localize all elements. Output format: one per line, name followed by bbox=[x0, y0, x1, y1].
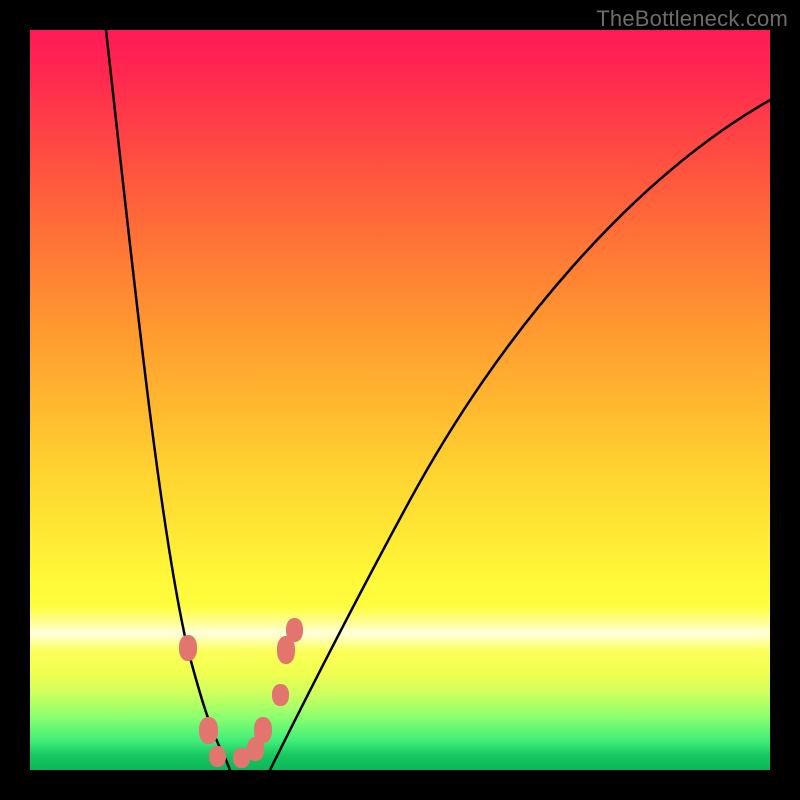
chart-background-gradient bbox=[30, 30, 770, 770]
chart-frame bbox=[30, 30, 770, 770]
watermark-text: TheBottleneck.com bbox=[596, 6, 788, 32]
